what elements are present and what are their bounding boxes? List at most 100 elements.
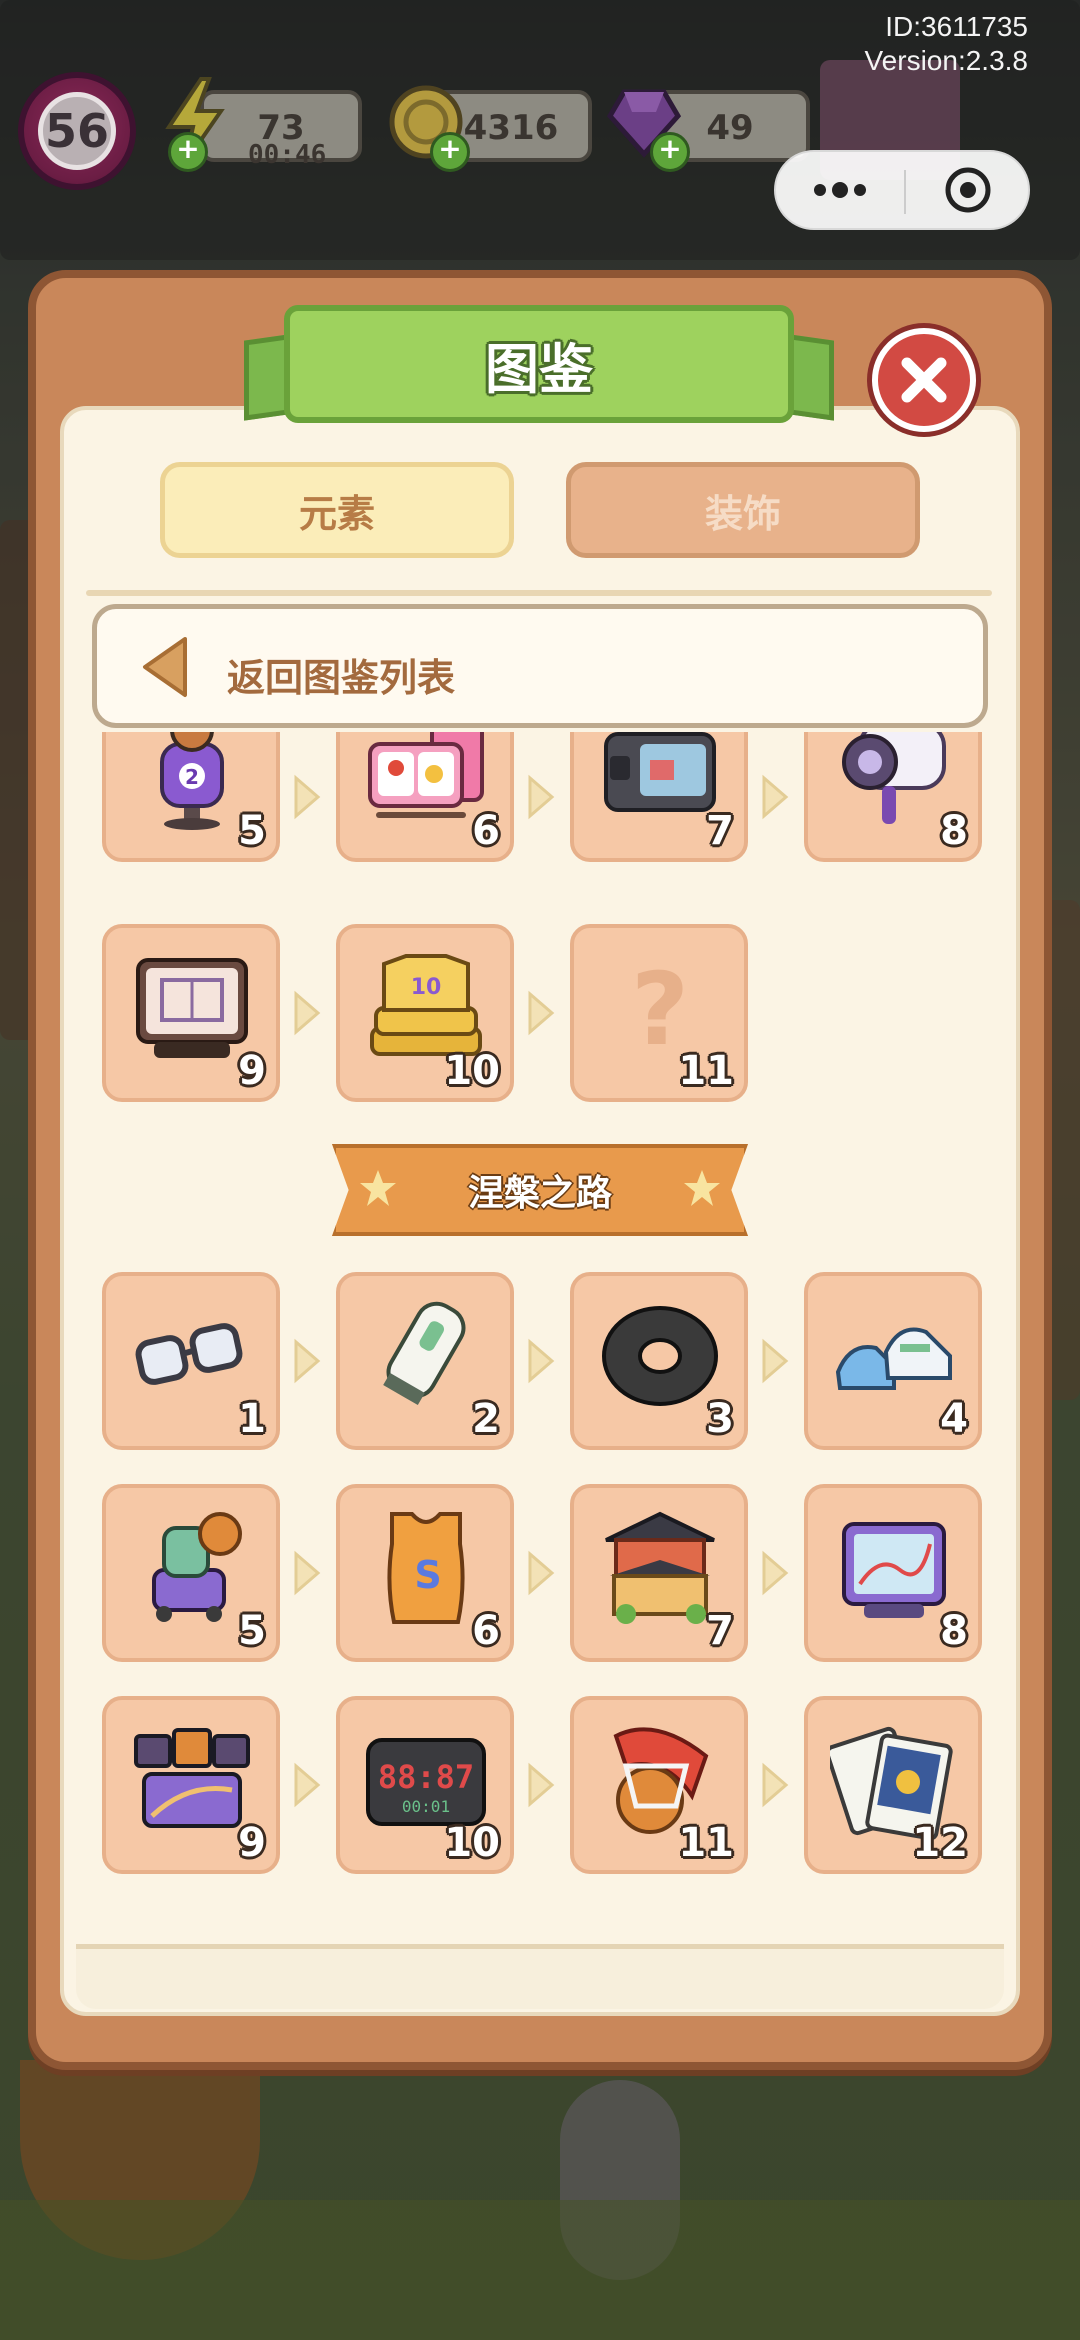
item-level: 6 bbox=[472, 808, 500, 854]
add-energy-icon[interactable]: + bbox=[168, 132, 208, 172]
chevron-right-icon bbox=[294, 1762, 321, 1808]
hair-clipper-icon bbox=[383, 1301, 466, 1406]
collection-item-locked[interactable]: ? 11 bbox=[570, 924, 748, 1102]
collection-item[interactable]: 1 bbox=[102, 1272, 280, 1450]
bento-box-icon bbox=[368, 732, 484, 818]
building-icon bbox=[605, 1511, 715, 1624]
chevron-right-icon bbox=[762, 1762, 789, 1808]
add-coins-icon[interactable]: + bbox=[430, 132, 470, 172]
chevron-right-icon bbox=[528, 1550, 555, 1596]
collection-list[interactable]: 2 5 6 7 8 9 10 10 ? 11 涅槃之路 1 2 3 4 5 S … bbox=[92, 732, 988, 1944]
robot-jersey-toy-icon: 2 bbox=[160, 732, 224, 830]
star-icon bbox=[684, 1170, 720, 1206]
chevron-right-icon bbox=[528, 990, 555, 1036]
chain-section-banner: 涅槃之路 bbox=[332, 1144, 748, 1236]
collection-item[interactable]: 9 bbox=[102, 1696, 280, 1874]
item-level: 9 bbox=[238, 1820, 266, 1866]
item-level: 4 bbox=[940, 1396, 968, 1442]
panel-title: 图鉴 bbox=[485, 337, 593, 401]
chevron-right-icon bbox=[528, 1762, 555, 1808]
item-level: 11 bbox=[678, 1820, 734, 1866]
collection-item[interactable]: 9 bbox=[102, 924, 280, 1102]
title-ribbon: 图鉴 bbox=[244, 305, 834, 425]
more-options-button[interactable] bbox=[776, 152, 904, 228]
item-level: 5 bbox=[238, 808, 266, 854]
star-icon bbox=[360, 1170, 396, 1206]
collection-item[interactable]: 7 bbox=[570, 732, 748, 862]
tire-icon bbox=[602, 1306, 718, 1406]
action-camera-icon bbox=[604, 732, 716, 812]
panel-bottom-edge bbox=[76, 1944, 1004, 2009]
collection-item[interactable]: 2 5 bbox=[102, 732, 280, 862]
item-level: 8 bbox=[940, 808, 968, 854]
tab-elements[interactable]: 元素 bbox=[160, 462, 514, 558]
item-level: 6 bbox=[472, 1608, 500, 1654]
item-level: 10 bbox=[444, 1820, 500, 1866]
chain-title: 涅槃之路 bbox=[467, 1173, 612, 1214]
tactics-board-icon bbox=[136, 958, 248, 1058]
collection-item[interactable]: 12 bbox=[804, 1696, 982, 1874]
level-badge[interactable]: 56 bbox=[18, 72, 136, 190]
chevron-right-icon bbox=[294, 774, 321, 820]
build-info: ID:3611735 Version:2.3.8 bbox=[865, 10, 1028, 78]
clock-small-digits: 00:01 bbox=[402, 1797, 450, 1816]
chevron-right-icon bbox=[294, 1550, 321, 1596]
svg-text:S: S bbox=[414, 1553, 441, 1597]
item-level: 1 bbox=[238, 1396, 266, 1442]
collection-item[interactable]: 88:87 00:01 10 bbox=[336, 1696, 514, 1874]
exit-mini-program-button[interactable] bbox=[904, 152, 1032, 228]
ball-machine-icon bbox=[152, 1512, 242, 1622]
target-circle-icon bbox=[945, 167, 991, 213]
item-level: 8 bbox=[940, 1608, 968, 1654]
tablet-map-icon bbox=[842, 1522, 946, 1618]
chevron-right-icon bbox=[762, 1550, 789, 1596]
back-to-list-button[interactable]: 返回图鉴列表 bbox=[92, 604, 988, 728]
item-level: 11 bbox=[678, 1048, 734, 1094]
level-number: 56 bbox=[44, 104, 109, 158]
collection-item[interactable]: 6 bbox=[336, 732, 514, 862]
svg-text:2: 2 bbox=[185, 765, 199, 789]
item-level: 7 bbox=[706, 1608, 734, 1654]
scoreboard-icon bbox=[134, 1728, 250, 1828]
collection-item[interactable]: 4 bbox=[804, 1272, 982, 1450]
item-level: 9 bbox=[238, 1048, 266, 1094]
collection-item[interactable]: 3 bbox=[570, 1272, 748, 1450]
chevron-right-icon bbox=[762, 1338, 789, 1384]
item-level: 12 bbox=[912, 1820, 968, 1866]
item-level: 10 bbox=[444, 1048, 500, 1094]
collection-item[interactable]: 7 bbox=[570, 1484, 748, 1662]
chevron-right-icon bbox=[762, 774, 789, 820]
back-to-list-label: 返回图鉴列表 bbox=[227, 656, 456, 700]
chevron-right-icon bbox=[294, 990, 321, 1036]
tab-divider bbox=[86, 590, 992, 596]
tab-decorations[interactable]: 装饰 bbox=[566, 462, 920, 558]
glasses-icon bbox=[135, 1323, 243, 1385]
collection-item[interactable]: 8 bbox=[804, 1484, 982, 1662]
collection-item[interactable]: 5 bbox=[102, 1484, 280, 1662]
chevron-right-icon bbox=[294, 1338, 321, 1384]
collection-item[interactable]: 2 bbox=[336, 1272, 514, 1450]
chevron-right-icon bbox=[528, 774, 555, 820]
video-camera-icon bbox=[842, 732, 946, 824]
more-dots-icon bbox=[814, 182, 866, 198]
collection-item[interactable]: S 6 bbox=[336, 1484, 514, 1662]
user-id-label: ID:3611735 bbox=[885, 11, 1028, 42]
collection-item[interactable]: 8 bbox=[804, 732, 982, 862]
item-level: 3 bbox=[706, 1396, 734, 1442]
svg-text:10: 10 bbox=[411, 975, 442, 1000]
version-label: Version:2.3.8 bbox=[864, 45, 1028, 76]
collection-item[interactable]: 11 bbox=[570, 1696, 748, 1874]
clock-digits: 88:87 bbox=[378, 1758, 474, 1796]
energy-timer: 00:46 bbox=[248, 140, 327, 170]
add-gems-icon[interactable]: + bbox=[650, 132, 690, 172]
sneakers-icon bbox=[835, 1327, 952, 1390]
item-level: 2 bbox=[472, 1396, 500, 1442]
back-arrow-icon bbox=[143, 637, 187, 697]
mini-program-capsule bbox=[774, 150, 1030, 230]
close-button[interactable] bbox=[872, 328, 976, 432]
item-level: 5 bbox=[238, 1608, 266, 1654]
item-level: 7 bbox=[706, 808, 734, 854]
close-icon bbox=[901, 357, 947, 403]
jersey-icon: S bbox=[387, 1512, 465, 1624]
collection-item[interactable]: 10 10 bbox=[336, 924, 514, 1102]
